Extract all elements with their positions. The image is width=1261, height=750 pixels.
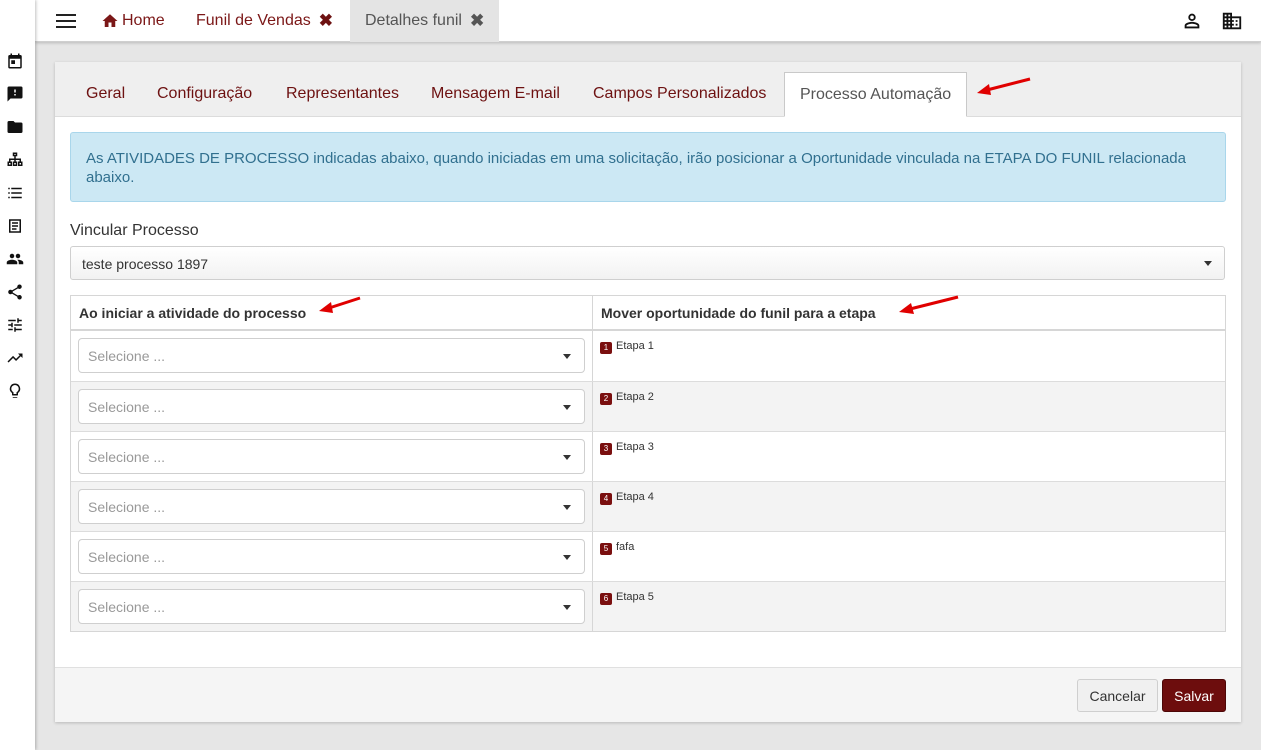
caret-down-icon — [563, 605, 571, 610]
tab-configuracao[interactable]: Configuração — [142, 72, 267, 116]
stage-cell: 5 fafa — [593, 532, 1225, 581]
stage-cell: 6 Etapa 5 — [593, 582, 1225, 631]
activity-cell: Selecione ... — [71, 582, 593, 631]
stage-name: Etapa 2 — [616, 391, 654, 403]
tab-campos-personalizados[interactable]: Campos Personalizados — [578, 72, 781, 116]
activity-select-placeholder: Selecione ... — [88, 449, 166, 465]
vincular-processo-label: Vincular Processo — [70, 222, 199, 239]
tab-home-label: Home — [122, 12, 165, 29]
annotation-arrow — [977, 77, 1031, 95]
annotation-arrow — [899, 295, 959, 314]
form-footer: Cancelar Salvar — [55, 667, 1241, 722]
caret-down-icon — [1204, 261, 1212, 266]
table-row: Selecione ... 2 Etapa 2 — [71, 381, 1225, 431]
activity-select-placeholder: Selecione ... — [88, 348, 166, 364]
stage-number-badge: 2 — [600, 393, 612, 405]
top-bar: Home Funil de Vendas ✖ Detalhes funil ✖ — [35, 0, 1261, 42]
funnel-details-panel: Geral Configuração Representantes Mensag… — [55, 62, 1241, 722]
folder-icon[interactable] — [6, 118, 24, 136]
activity-cell: Selecione ... — [71, 482, 593, 531]
stage-cell: 2 Etapa 2 — [593, 382, 1225, 431]
activity-select[interactable]: Selecione ... — [78, 489, 585, 524]
stage-name: Etapa 5 — [616, 591, 654, 603]
tab-detalhes-funil-label: Detalhes funil — [365, 12, 462, 29]
table-row: Selecione ... 6 Etapa 5 — [71, 581, 1225, 631]
user-icon[interactable] — [1181, 10, 1203, 32]
info-alert: As ATIVIDADES DE PROCESSO indicadas abai… — [70, 132, 1226, 202]
cancel-button[interactable]: Cancelar — [1077, 679, 1158, 712]
table-body: Selecione ... 1 Etapa 1 Selecione ... 2 Etapa… — [71, 331, 1225, 631]
table-row: Selecione ... 5 fafa — [71, 531, 1225, 581]
activity-select[interactable]: Selecione ... — [78, 389, 585, 424]
stage-cell: 1 Etapa 1 — [593, 331, 1225, 381]
activity-select[interactable]: Selecione ... — [78, 589, 585, 624]
save-button[interactable]: Salvar — [1162, 679, 1226, 712]
close-icon[interactable]: ✖ — [470, 11, 484, 31]
calendar-icon[interactable] — [6, 52, 24, 70]
caret-down-icon — [563, 505, 571, 510]
stage-cell: 3 Etapa 3 — [593, 432, 1225, 481]
activity-select-placeholder: Selecione ... — [88, 399, 166, 415]
building-icon[interactable] — [1221, 10, 1243, 32]
stage-cell: 4 Etapa 4 — [593, 482, 1225, 531]
table-row: Selecione ... 4 Etapa 4 — [71, 481, 1225, 531]
caret-down-icon — [563, 555, 571, 560]
section-tabs: Geral Configuração Representantes Mensag… — [55, 62, 1241, 117]
activity-select[interactable]: Selecione ... — [78, 539, 585, 574]
vincular-processo-select[interactable]: teste processo 1897 — [70, 246, 1225, 280]
table-row: Selecione ... 3 Etapa 3 — [71, 431, 1225, 481]
activity-cell: Selecione ... — [71, 331, 593, 381]
stage-number-badge: 3 — [600, 443, 612, 455]
activity-cell: Selecione ... — [71, 432, 593, 481]
left-icon-rail — [0, 0, 35, 750]
stage-number-badge: 4 — [600, 493, 612, 505]
automation-table: Ao iniciar a atividade do processo Mover… — [70, 295, 1226, 632]
stage-number-badge: 6 — [600, 593, 612, 605]
caret-down-icon — [563, 354, 571, 359]
tab-geral[interactable]: Geral — [71, 72, 140, 116]
table-header: Ao iniciar a atividade do processo Mover… — [71, 296, 1225, 331]
activity-select[interactable]: Selecione ... — [78, 439, 585, 474]
tab-funil-de-vendas-label: Funil de Vendas — [196, 12, 311, 29]
activity-select-placeholder: Selecione ... — [88, 499, 166, 515]
document-list-icon[interactable] — [6, 217, 24, 235]
stage-number-badge: 5 — [600, 543, 612, 555]
caret-down-icon — [563, 455, 571, 460]
people-icon[interactable] — [6, 250, 24, 268]
table-row: Selecione ... 1 Etapa 1 — [71, 331, 1225, 381]
tab-detalhes-funil[interactable]: Detalhes funil ✖ — [350, 0, 500, 42]
activity-select-placeholder: Selecione ... — [88, 599, 166, 615]
annotation-arrow — [319, 296, 361, 313]
hamburger-menu-icon[interactable] — [55, 11, 77, 31]
stage-name: Etapa 3 — [616, 441, 654, 453]
close-icon[interactable]: ✖ — [319, 11, 333, 31]
tab-processo-automacao[interactable]: Processo Automação — [784, 72, 968, 117]
home-icon — [102, 14, 118, 27]
tune-icon[interactable] — [6, 316, 24, 334]
activity-cell: Selecione ... — [71, 382, 593, 431]
activity-select[interactable]: Selecione ... — [78, 338, 585, 373]
sitemap-icon[interactable] — [6, 151, 24, 169]
trending-icon[interactable] — [6, 349, 24, 367]
tab-home[interactable]: Home — [101, 0, 165, 42]
stage-number-badge: 1 — [600, 342, 612, 354]
share-icon[interactable] — [6, 283, 24, 301]
vincular-processo-value: teste processo 1897 — [82, 256, 209, 272]
feedback-icon[interactable] — [6, 85, 24, 103]
stage-name: Etapa 1 — [616, 340, 654, 352]
tab-mensagem-email[interactable]: Mensagem E-mail — [416, 72, 575, 116]
stage-name: Etapa 4 — [616, 491, 654, 503]
activity-cell: Selecione ... — [71, 532, 593, 581]
lightbulb-icon[interactable] — [6, 382, 24, 400]
tab-representantes[interactable]: Representantes — [271, 72, 414, 116]
activity-select-placeholder: Selecione ... — [88, 549, 166, 565]
caret-down-icon — [563, 405, 571, 410]
list-icon[interactable] — [6, 184, 24, 202]
tab-funil-de-vendas[interactable]: Funil de Vendas ✖ — [196, 0, 333, 42]
stage-name: fafa — [616, 541, 635, 553]
